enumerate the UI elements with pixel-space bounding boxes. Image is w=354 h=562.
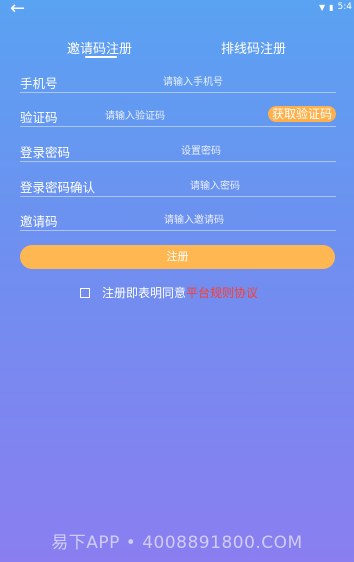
active-tab-indicator [85,56,117,58]
invite-code-field[interactable]: 邀请码 请输入邀请码 [20,208,336,231]
watermark: 易下APP • 4008891800.COM [51,533,303,553]
status-bar: ← ▼ ▮ 5:4 [0,0,354,18]
password-placeholder[interactable]: 设置密码 [181,142,221,157]
register-tabs: 邀请码注册 排线码注册 [0,38,354,60]
password-label: 登录密码 [20,145,71,160]
code-field[interactable]: 验证码 请输入验证码 获取验证码 [20,104,336,127]
battery-icon: ▮ [329,2,334,12]
code-label: 验证码 [20,110,58,125]
agreement-text: 注册即表明同意 [102,286,187,300]
register-button[interactable]: 注册 [20,245,335,269]
phone-placeholder[interactable]: 请输入手机号 [163,73,223,88]
phone-label: 手机号 [20,76,58,91]
wifi-icon: ▼ [318,2,326,12]
invite-code-label: 邀请码 [20,214,58,229]
get-code-button[interactable]: 获取验证码 [267,106,336,122]
invite-code-placeholder[interactable]: 请输入邀请码 [164,211,224,226]
code-placeholder[interactable]: 请输入验证码 [105,107,165,122]
confirm-password-label: 登录密码确认 [20,180,96,195]
status-time: 5:4 [337,2,352,12]
password-field[interactable]: 登录密码 设置密码 [20,139,336,162]
confirm-password-placeholder[interactable]: 请输入密码 [190,177,240,192]
agreement-checkbox[interactable] [80,287,90,298]
agreement-row: 注册即表明同意 平台规则协议 [80,284,258,301]
tab-line-register[interactable]: 排线码注册 [221,38,286,57]
tab-invite-register[interactable]: 邀请码注册 [67,38,132,57]
back-arrow-icon[interactable]: ← [10,0,25,18]
agreement-link[interactable]: 平台规则协议 [186,284,258,301]
status-icons: ▼ ▮ 5:4 [319,2,352,12]
phone-field[interactable]: 手机号 请输入手机号 [20,70,336,93]
confirm-password-field[interactable]: 登录密码确认 请输入密码 [20,174,336,197]
